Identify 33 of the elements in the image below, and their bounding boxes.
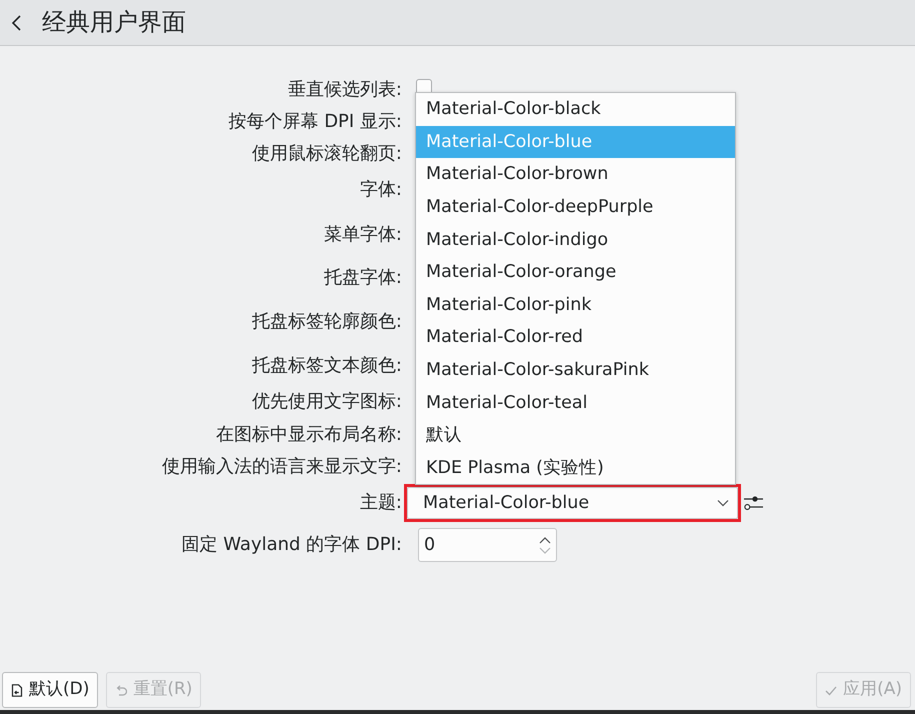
field-label: 主题: xyxy=(360,492,402,514)
dropdown-option[interactable]: Material-Color-red xyxy=(416,321,735,354)
dropdown-option[interactable]: Material-Color-sakuraPink xyxy=(416,354,735,386)
dropdown-option[interactable]: 默认 xyxy=(416,418,735,452)
field-label: 使用输入法的语言来显示文字: xyxy=(162,456,402,478)
chevron-up-icon[interactable] xyxy=(539,536,551,544)
page-title: 经典用户界面 xyxy=(42,8,186,37)
sliders-icon[interactable] xyxy=(744,494,763,512)
dropdown-option[interactable]: Material-Color-deepPurple xyxy=(416,190,735,224)
dropdown-option[interactable]: Material-Color-teal xyxy=(416,386,735,419)
field-label: 使用鼠标滚轮翻页: xyxy=(252,143,402,165)
field-label: 菜单字体: xyxy=(324,224,402,246)
field-label: 托盘标签文本颜色: xyxy=(252,355,402,377)
dropdown-option[interactable]: Material-Color-brown xyxy=(416,158,735,191)
file-icon xyxy=(11,684,23,696)
theme-select[interactable]: Material-Color-blue xyxy=(407,487,738,519)
field-label: 优先使用文字图标: xyxy=(252,390,402,412)
field-label: 固定 Wayland 的字体 DPI: xyxy=(182,534,402,556)
dropdown-option[interactable]: Material-Color-pink xyxy=(416,288,735,322)
field-label: 在图标中显示布局名称: xyxy=(216,424,402,446)
field-label: 按每个屏幕 DPI 显示: xyxy=(228,111,402,133)
dropdown-option[interactable]: KDE Plasma (实验性) xyxy=(416,452,735,484)
undo-icon xyxy=(115,684,128,696)
defaults-button[interactable]: 默认(D) xyxy=(2,672,98,708)
field-label: 托盘标签轮廓颜色: xyxy=(252,311,402,333)
chevron-down-icon xyxy=(717,499,729,507)
dropdown-option[interactable]: Material-Color-indigo xyxy=(416,223,735,256)
dropdown-option[interactable]: Material-Color-black xyxy=(416,93,735,126)
field-label: 托盘字体: xyxy=(324,267,402,289)
field-label: 字体: xyxy=(360,179,402,201)
number-spinbox[interactable]: 0 xyxy=(418,528,557,562)
field-label: 垂直候选列表: xyxy=(288,79,402,101)
dropdown-option[interactable]: Material-Color-orange xyxy=(416,256,735,289)
